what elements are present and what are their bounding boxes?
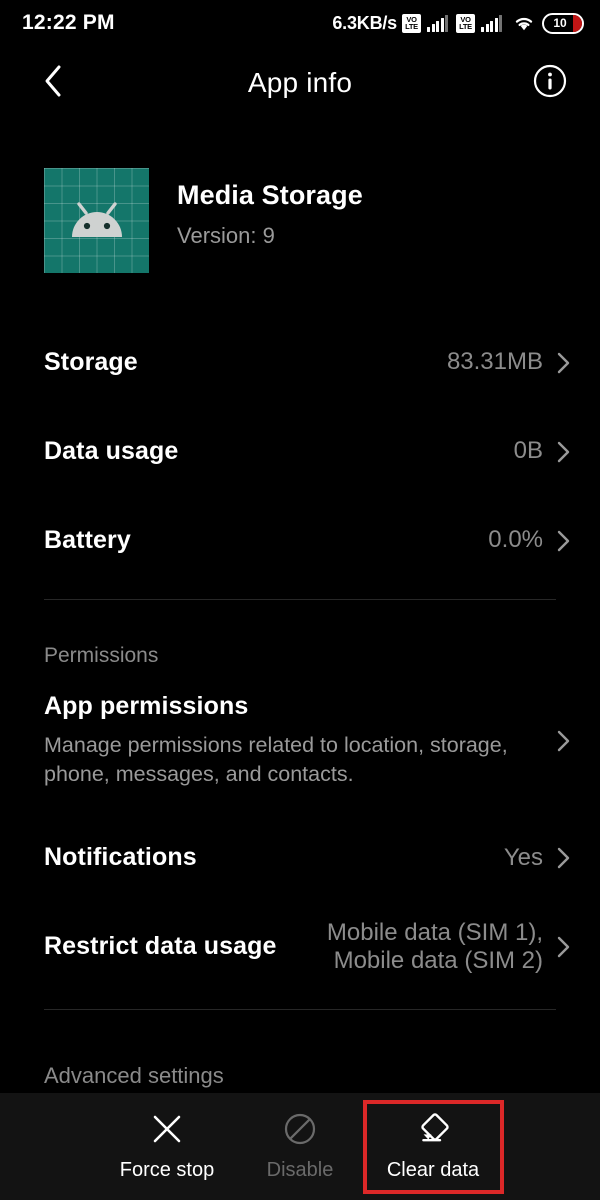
clear-data-button[interactable]: Clear data	[362, 1099, 504, 1194]
clear-data-label: Clear data	[386, 1158, 480, 1181]
app-identity: Media Storage Version: 9	[44, 168, 363, 273]
section-label-advanced: Advanced settings	[44, 1063, 224, 1088]
battery-icon: 10	[542, 12, 584, 34]
row-storage-label: Storage	[44, 348, 138, 376]
row-battery-label: Battery	[44, 526, 131, 554]
row-storage-value: 83.31MB	[446, 348, 543, 376]
info-button[interactable]	[530, 63, 570, 103]
force-stop-label: Force stop	[119, 1158, 215, 1181]
row-data-usage-label: Data usage	[44, 437, 179, 465]
chevron-right-icon	[557, 730, 570, 752]
disable-button[interactable]: Disable	[234, 1104, 367, 1190]
volte-label-bottom: LTE	[405, 22, 418, 31]
signal-bars-sim2	[481, 14, 502, 32]
row-app-permissions[interactable]: App permissions Manage permissions relat…	[0, 668, 600, 813]
app-info-screen: 12:22 PM 6.3KB/s VO LTE VO LTE 10 App in…	[0, 0, 600, 1200]
volte-icon-sim2: VO LTE	[456, 13, 475, 33]
status-bar-icons: 6.3KB/s VO LTE VO LTE 10	[332, 12, 584, 34]
page-title: App info	[247, 67, 353, 98]
app-name: Media Storage	[177, 180, 363, 210]
signal-bars-sim1	[427, 14, 448, 32]
force-stop-button[interactable]: Force stop	[101, 1104, 234, 1190]
block-circle-icon	[283, 1112, 317, 1146]
app-version: Version: 9	[177, 223, 275, 248]
row-data-usage-value: 0B	[513, 437, 543, 465]
volte-label-bottom-sim2: LTE	[459, 22, 472, 31]
eraser-icon	[415, 1112, 451, 1146]
app-identity-text: Media Storage Version: 9	[177, 168, 363, 249]
section-label-permissions: Permissions	[44, 644, 159, 667]
row-restrict-data-usage-label: Restrict data usage	[44, 932, 277, 961]
restrict-value-line1: Mobile data (SIM 1),	[326, 918, 543, 946]
chevron-right-icon	[557, 530, 570, 552]
android-media-storage-icon	[44, 168, 149, 273]
row-battery-value: 0.0%	[488, 526, 543, 554]
row-storage[interactable]: Storage 83.31MB	[0, 318, 600, 407]
status-bar: 12:22 PM 6.3KB/s VO LTE VO LTE 10	[0, 0, 600, 46]
disable-label: Disable	[266, 1158, 334, 1181]
row-restrict-data-usage[interactable]: Restrict data usage Mobile data (SIM 1),…	[0, 902, 600, 991]
row-notifications-label: Notifications	[44, 843, 197, 872]
row-notifications-value: Yes	[503, 843, 543, 871]
chevron-right-icon	[557, 441, 570, 463]
back-button[interactable]	[30, 60, 76, 106]
android-head-shape	[71, 201, 122, 237]
wifi-icon	[513, 14, 535, 32]
restrict-value-line2: Mobile data (SIM 2)	[333, 946, 543, 974]
app-bar: App info	[0, 46, 600, 120]
close-x-icon	[150, 1112, 184, 1146]
volte-icon-sim1: VO LTE	[402, 13, 421, 33]
chevron-left-icon	[43, 64, 63, 103]
row-app-permissions-label: App permissions	[44, 692, 249, 720]
battery-level-text: 10	[553, 16, 567, 30]
row-restrict-data-usage-value: Mobile data (SIM 1), Mobile data (SIM 2)	[327, 919, 543, 976]
status-bar-clock: 12:22 PM	[22, 11, 115, 34]
row-data-usage[interactable]: Data usage 0B	[0, 407, 600, 496]
chevron-right-icon	[557, 352, 570, 374]
info-circle-icon	[533, 64, 567, 103]
action-bar: Force stop Disable Clear data	[0, 1093, 600, 1200]
settings-list: Storage 83.31MB Data usage 0B Battery 0.…	[0, 318, 600, 1011]
chevron-right-icon	[557, 936, 570, 958]
row-app-permissions-description: Manage permissions related to location, …	[44, 733, 508, 787]
row-notifications[interactable]: Notifications Yes	[0, 813, 600, 902]
network-speed-text: 6.3KB/s	[332, 12, 397, 33]
chevron-right-icon	[557, 847, 570, 869]
row-battery[interactable]: Battery 0.0%	[0, 496, 600, 585]
section-divider-advanced	[44, 1009, 556, 1011]
